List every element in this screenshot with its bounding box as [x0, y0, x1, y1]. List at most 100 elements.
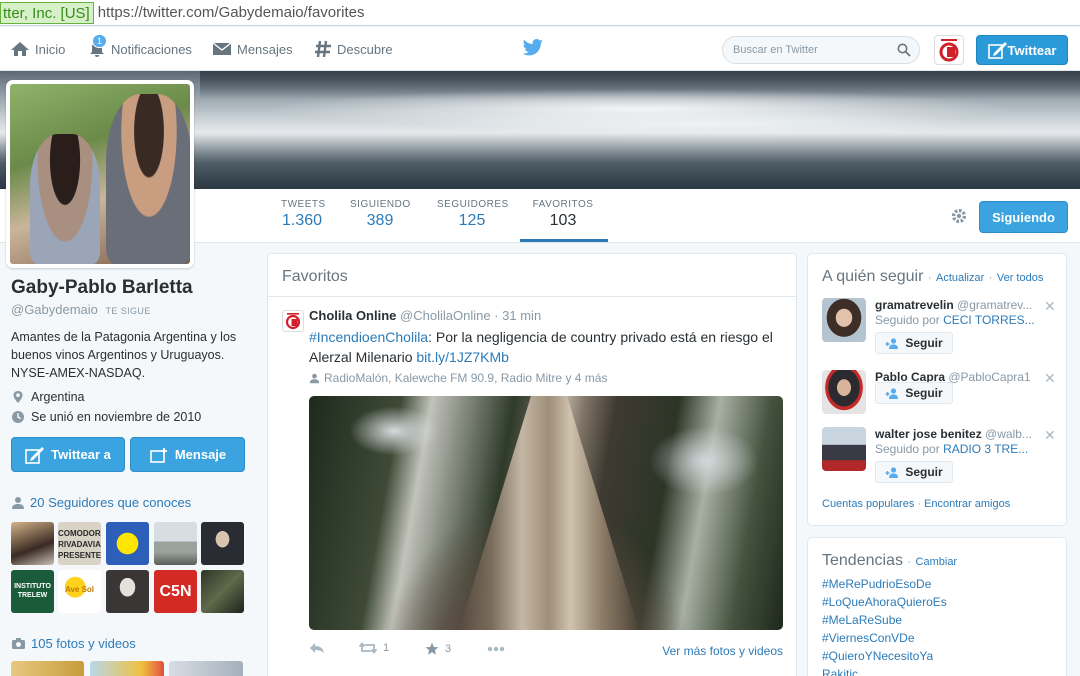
more-options-button[interactable] [487, 646, 511, 652]
tweet-link[interactable]: bit.ly/1JZ7KMb [416, 349, 509, 365]
following-button[interactable]: Siguiendo [979, 201, 1068, 233]
suggestion-name-row[interactable]: gramatrevelin @gramatrev... [875, 298, 1049, 312]
tweet-author-handle[interactable]: @CholilaOnline [400, 308, 491, 323]
follower-thumb[interactable]: Ave Sol [58, 570, 101, 613]
follow-button[interactable]: Seguir [875, 461, 953, 483]
follower-thumb[interactable]: COMODORO RIVADAVIA PRESENTE [58, 522, 101, 565]
tweet-timestamp[interactable]: 31 min [502, 308, 541, 323]
profile-handle-row: @Gabydemaio TE SIGUE [11, 302, 251, 317]
trend-item[interactable]: #MeLaReSube [822, 613, 902, 627]
certificate-label[interactable]: tter, Inc. [US] [0, 1, 94, 24]
follower-thumb[interactable] [201, 522, 244, 565]
follower-thumb[interactable] [106, 570, 149, 613]
view-all-link[interactable]: Ver todos [997, 272, 1043, 284]
photos-videos-link[interactable]: 105 fotos y videos [11, 636, 136, 651]
joined-text: Se unió en noviembre de 2010 [31, 410, 202, 424]
trend-item[interactable]: #LoQueAhoraQuieroEs [822, 595, 947, 609]
stat-tweets[interactable]: TWEETS 1.360 [281, 199, 325, 230]
reply-button[interactable] [309, 642, 331, 654]
follower-thumb[interactable]: INSTITUTO TRELEW [11, 570, 54, 613]
followed-by-link[interactable]: CECI TORRES... [943, 313, 1035, 327]
profile-bio: Amantes de la Patagonia Argentina y los … [11, 330, 237, 380]
stat-label: FAVORITOS [532, 199, 594, 210]
tweet-compose-button[interactable]: Twittear [976, 35, 1068, 65]
media-thumb[interactable] [90, 661, 164, 676]
banner-fog [420, 111, 980, 137]
search-icon[interactable] [897, 43, 911, 57]
follow-person-icon [885, 466, 899, 478]
tweet-media-photo[interactable] [309, 396, 783, 630]
nav-discover[interactable]: Descubre [314, 27, 393, 71]
gear-icon[interactable] [950, 207, 968, 225]
suggestion-avatar[interactable] [822, 298, 866, 342]
profile-location: Argentina [11, 390, 251, 404]
tweet-context[interactable]: RadioMalón, Kalewche FM 90.9, Radio Mitr… [309, 371, 607, 385]
who-to-follow-card: A quién seguir · Actualizar · Ver todos … [807, 253, 1067, 526]
suggestion-avatar[interactable] [822, 370, 866, 414]
twitter-bird-icon[interactable] [522, 39, 544, 57]
person-icon [12, 496, 24, 509]
nav-messages[interactable]: Mensajes [212, 27, 293, 71]
follower-thumb[interactable]: C5N [154, 570, 197, 613]
clock-icon [12, 411, 24, 423]
dismiss-close-icon[interactable]: ✕ [1044, 370, 1056, 387]
stat-label: SEGUIDORES [437, 199, 509, 210]
followers-you-know-link[interactable]: 20 Seguidores que conoces [11, 495, 191, 510]
search-placeholder: Buscar en Twitter [733, 44, 818, 56]
tweet-compose-label: Twittear [1007, 42, 1057, 58]
trend-item[interactable]: Rakitic [822, 667, 858, 676]
browser-address-bar[interactable]: tter, Inc. [US] https://twitter.com/Gaby… [0, 0, 1080, 26]
account-avatar[interactable] [934, 35, 964, 65]
suggestion-name: gramatrevelin [875, 298, 954, 312]
suggestion-handle: @gramatrev... [957, 298, 1033, 312]
popular-accounts-link[interactable]: Cuentas populares [822, 498, 914, 510]
follow-button[interactable]: Seguir [875, 382, 953, 404]
message-button[interactable]: Mensaje [130, 437, 245, 472]
tweet-to-button[interactable]: Twittear a [11, 437, 125, 472]
suggestion-name-row[interactable]: walter jose benitez @walb... [875, 427, 1049, 441]
tweet-author-name[interactable]: Cholila Online [309, 308, 396, 323]
trend-item[interactable]: #QuieroYNecesitoYa [822, 649, 933, 663]
author-logo-icon [285, 313, 301, 330]
follower-thumb[interactable] [11, 522, 54, 565]
suggestion-followed-by: Seguido por RADIO 3 TRE... [875, 442, 1049, 456]
retweet-button[interactable]: 1 [359, 642, 389, 654]
divider [268, 296, 796, 297]
profile-name[interactable]: Gaby-Pablo Barletta [11, 277, 251, 299]
search-input[interactable]: Buscar en Twitter [722, 36, 920, 64]
trend-item[interactable]: #MeRePudrioEsoDe [822, 577, 931, 591]
find-friends-link[interactable]: Encontrar amigos [924, 498, 1010, 510]
refresh-link[interactable]: Actualizar [936, 272, 984, 284]
nav-home[interactable]: Inicio [10, 27, 65, 71]
more-media-link[interactable]: Ver más fotos y videos [662, 644, 783, 658]
followed-by-link[interactable]: RADIO 3 TRE... [943, 442, 1028, 456]
stat-label: SIGUIENDO [350, 199, 411, 210]
stat-favorites[interactable]: FAVORITOS 103 [530, 199, 596, 230]
nav-messages-label: Mensajes [237, 41, 293, 57]
address-url[interactable]: https://twitter.com/Gabydemaio/favorites [98, 4, 365, 21]
follower-thumb[interactable] [154, 522, 197, 565]
profile-handle[interactable]: @Gabydemaio [11, 302, 98, 317]
stat-value: 125 [458, 212, 486, 229]
tweet-hashtag[interactable]: #IncendioenCholila [309, 329, 428, 345]
notifications-badge: 1 [92, 34, 108, 48]
tweet-author-avatar[interactable] [282, 310, 304, 332]
stat-followers[interactable]: SEGUIDORES 125 [437, 199, 509, 230]
dismiss-close-icon[interactable]: ✕ [1044, 427, 1056, 444]
follower-thumb[interactable] [201, 570, 244, 613]
media-thumb[interactable] [11, 661, 84, 676]
favorite-button[interactable]: 3 [425, 642, 451, 656]
suggestion-avatar[interactable] [822, 427, 866, 471]
follow-button[interactable]: Seguir [875, 332, 953, 354]
trend-item[interactable]: #ViernesConVDe [822, 631, 915, 645]
nav-notifications[interactable]: 1 Notificaciones [88, 27, 192, 71]
dismiss-close-icon[interactable]: ✕ [1044, 298, 1056, 315]
stat-following[interactable]: SIGUIENDO 389 [350, 199, 410, 230]
location-text: Argentina [31, 390, 85, 404]
timeline-title: Favoritos [282, 268, 348, 285]
follower-thumb[interactable] [106, 522, 149, 565]
media-thumb[interactable] [169, 661, 243, 676]
change-trends-link[interactable]: Cambiar [916, 556, 958, 568]
tweet-header: Cholila Online @CholilaOnline · 31 min [309, 308, 541, 323]
profile-avatar[interactable] [6, 80, 194, 268]
